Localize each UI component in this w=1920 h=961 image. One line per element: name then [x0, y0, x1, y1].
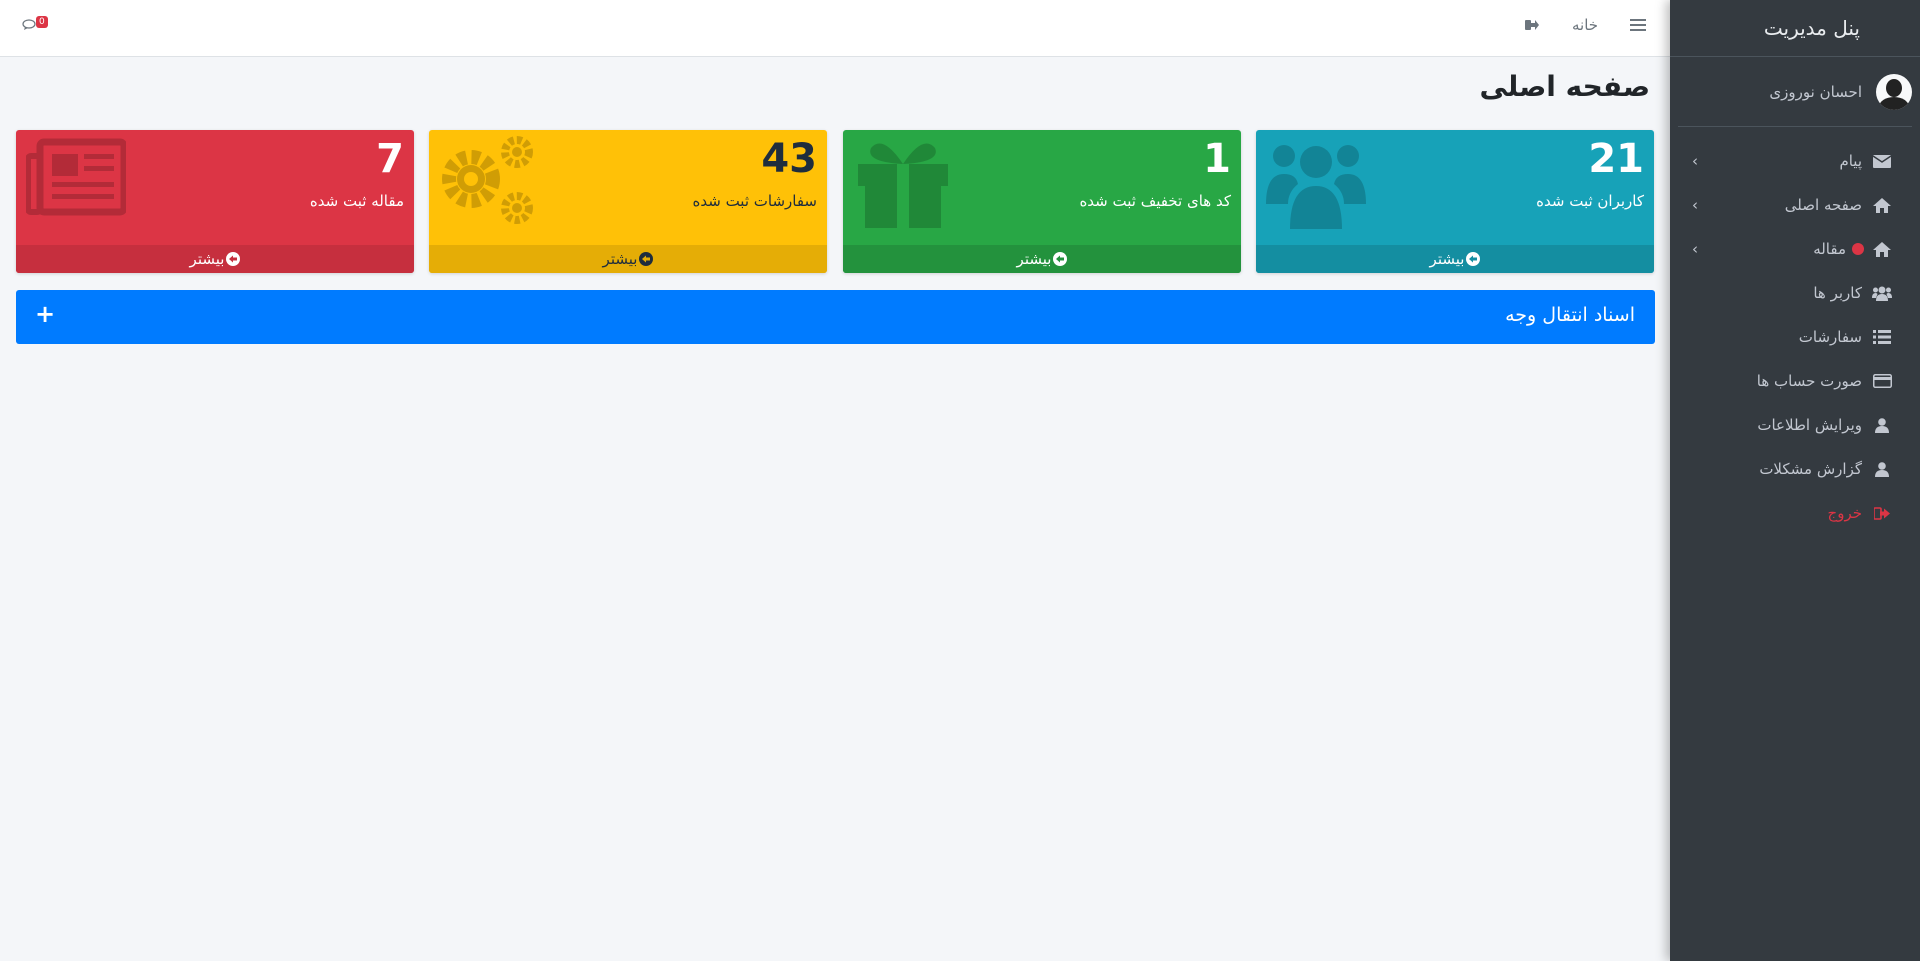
sign-out-icon — [1525, 20, 1539, 30]
home-link[interactable]: خانه — [1572, 0, 1598, 50]
top-navbar: خانه 0 — [0, 0, 1670, 57]
stat-value: 7 — [376, 136, 404, 182]
menu-toggle-button[interactable] — [1630, 0, 1646, 50]
credit-card-icon — [1872, 373, 1892, 389]
chevron-left-icon: ‹ — [1692, 240, 1698, 258]
home-icon — [1872, 241, 1892, 257]
page-title: صفحه اصلی — [1479, 70, 1650, 103]
sidebar-item-users[interactable]: کاربر ها — [1670, 271, 1920, 315]
arrow-circle-left-icon — [1053, 252, 1068, 266]
stat-label: کد های تخفیف ثبت شده — [1079, 192, 1231, 210]
chevron-left-icon: ‹ — [1692, 152, 1698, 170]
list-icon — [1872, 329, 1892, 345]
comments-icon — [22, 19, 36, 30]
stat-box-discount-codes: 1 کد های تخفیف ثبت شده بیشتر — [843, 130, 1241, 273]
arrow-circle-left-icon — [226, 252, 241, 266]
arrow-circle-left-icon — [1466, 252, 1481, 266]
more-info-link[interactable]: بیشتر — [429, 245, 827, 273]
users-icon — [1266, 145, 1366, 229]
gears-icon — [442, 136, 533, 224]
expand-card-button[interactable]: + — [35, 300, 55, 328]
stat-box-articles: 7 مقاله ثبت شده بیشتر — [16, 130, 414, 273]
stat-label: سفارشات ثبت شده — [692, 192, 818, 210]
stat-box-users: 21 کاربران ثبت شده بیشتر — [1256, 130, 1654, 273]
more-info-link[interactable]: بیشتر — [843, 245, 1241, 273]
more-info-link[interactable]: بیشتر — [1256, 245, 1654, 273]
money-transfer-docs-card: اسناد انتقال وجه + — [16, 290, 1655, 344]
brand-link[interactable]: پنل مدیریت — [1670, 0, 1920, 57]
sidebar-item-home[interactable]: ‹ صفحه اصلی — [1670, 183, 1920, 227]
newspaper-icon — [26, 138, 126, 216]
sidebar-item-articles[interactable]: ‹ مقاله — [1670, 227, 1920, 271]
user-icon — [1872, 461, 1892, 477]
notification-dot — [1852, 243, 1864, 255]
sidebar-item-logout[interactable]: خروج — [1670, 491, 1920, 535]
sign-out-icon — [1872, 505, 1892, 521]
sidebar-item-orders[interactable]: سفارشات — [1670, 315, 1920, 359]
stat-label: کاربران ثبت شده — [1536, 192, 1644, 210]
envelope-icon — [1872, 153, 1892, 169]
sidebar-nav: ‹ پیام ‹ صفحه اصلی ‹ مقاله کاربر ها سفار… — [1670, 127, 1920, 535]
messages-badge: 0 — [36, 16, 48, 28]
sidebar-item-report-issues[interactable]: گزارش مشکلات — [1670, 447, 1920, 491]
arrow-circle-left-icon — [639, 252, 654, 266]
stat-label: مقاله ثبت شده — [309, 192, 404, 210]
user-panel: احسان نوروزی — [1678, 57, 1912, 127]
users-icon — [1872, 285, 1892, 301]
home-icon — [1872, 197, 1892, 213]
sidebar-item-invoices[interactable]: صورت حساب ها — [1670, 359, 1920, 403]
more-info-link[interactable]: بیشتر — [16, 245, 414, 273]
gift-icon — [858, 143, 948, 228]
card-title: اسناد انتقال وجه — [1505, 304, 1635, 326]
sidebar-item-edit-profile[interactable]: ویرایش اطلاعات — [1670, 403, 1920, 447]
hamburger-icon — [1630, 19, 1646, 31]
sidebar: پنل مدیریت احسان نوروزی ‹ پیام ‹ صفحه اص… — [1670, 0, 1920, 961]
user-icon — [1872, 417, 1892, 433]
chevron-left-icon: ‹ — [1692, 196, 1698, 214]
logout-top-button[interactable] — [1525, 0, 1539, 50]
stat-value: 21 — [1588, 136, 1644, 182]
messages-button[interactable]: 0 — [22, 0, 48, 50]
sidebar-item-messages[interactable]: ‹ پیام — [1670, 139, 1920, 183]
stat-box-orders: 43 سفارشات ثبت شده بیشتر — [429, 130, 827, 273]
avatar — [1876, 73, 1912, 110]
user-name[interactable]: احسان نوروزی — [1769, 83, 1862, 101]
stat-value: 1 — [1203, 136, 1231, 182]
stat-value: 43 — [761, 136, 817, 182]
